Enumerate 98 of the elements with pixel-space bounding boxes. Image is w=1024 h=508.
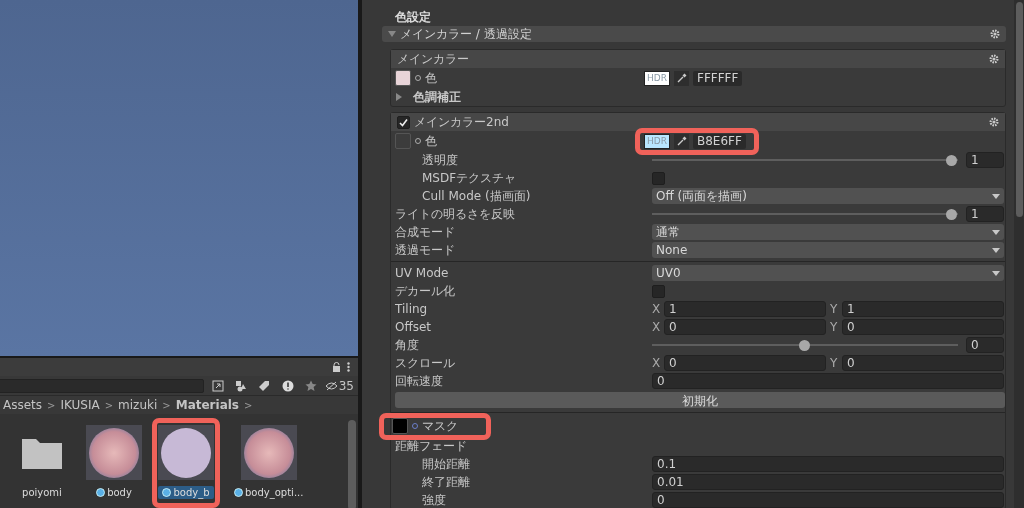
property-label: 透明度 (422, 151, 459, 169)
asset-name[interactable]: body_b (158, 486, 214, 499)
dropdown[interactable]: None (652, 242, 1004, 258)
property-label: スクロール (395, 354, 456, 372)
dropdown[interactable]: 通常 (652, 224, 1004, 240)
material-preview (243, 427, 294, 478)
slider-thumb[interactable] (946, 154, 957, 166)
checkbox[interactable] (652, 171, 665, 185)
number-field[interactable]: 0 (842, 319, 1004, 335)
property-label: 角度 (395, 336, 420, 354)
breadcrumb-link[interactable]: IKUSIA (60, 398, 100, 412)
number-field[interactable]: 0 (664, 355, 826, 371)
breadcrumb-link[interactable]: Assets (3, 398, 43, 412)
asset-name[interactable]: body (92, 486, 136, 499)
texture-slot[interactable] (395, 70, 411, 86)
hidden-eye-icon[interactable] (324, 380, 338, 391)
property-label: 透過モード (395, 241, 456, 259)
asset-item[interactable]: body_b (152, 418, 220, 508)
axis-label: Y (830, 320, 838, 334)
number-field[interactable]: 0 (664, 319, 826, 335)
dropdown[interactable]: UV0 (652, 265, 1004, 281)
gear-icon[interactable] (989, 54, 999, 64)
breadcrumb-link[interactable]: Materials (175, 398, 239, 412)
property-label: マスク (422, 417, 458, 435)
foldout-header[interactable]: メインカラー / 透過設定 (382, 26, 1006, 42)
property-label: 開始距離 (422, 455, 471, 473)
axis-label: X (652, 302, 660, 316)
number-field[interactable]: 1 (966, 206, 1004, 222)
axis-label: Y (830, 302, 838, 316)
section-title: 色設定 (394, 9, 432, 26)
scrollbar-thumb[interactable] (1015, 2, 1023, 217)
number-field[interactable]: 1 (664, 301, 826, 317)
number-field[interactable]: 0.1 (652, 456, 1004, 472)
property-label: 終了距離 (422, 473, 471, 491)
breadcrumb-separator: > (244, 399, 253, 411)
asset-item[interactable]: body_opti... (224, 418, 314, 508)
property-label: 色 (425, 69, 437, 87)
material-preview (89, 427, 139, 478)
number-field[interactable]: 0 (842, 355, 1004, 371)
property-label: UV Mode (395, 266, 450, 280)
caret-icon (992, 247, 1000, 253)
asset-item[interactable]: poiyomi (8, 418, 76, 508)
slider-thumb[interactable] (946, 208, 957, 220)
kebab-menu-icon[interactable] (347, 362, 350, 372)
hex-field[interactable]: FFFFFF (693, 70, 743, 86)
property-label: Tiling (395, 302, 429, 316)
reset-button[interactable]: 初期化 (395, 392, 1005, 408)
gear-icon[interactable] (989, 117, 999, 127)
axis-label: X (652, 356, 660, 370)
box-title: メインカラー2nd (414, 113, 509, 131)
slider-thumb[interactable] (799, 339, 810, 351)
axis-label: X (652, 320, 660, 334)
eyedropper-icon[interactable] (674, 70, 689, 86)
breadcrumb-separator: > (104, 399, 114, 411)
lock-icon[interactable] (332, 362, 341, 372)
material-preview (161, 427, 211, 478)
property-label: MSDFテクスチャ (422, 169, 518, 187)
foldout-arrow-icon[interactable] (388, 30, 396, 38)
axis-label: Y (830, 356, 838, 370)
number-field[interactable]: 1 (842, 301, 1004, 317)
sphere-icon (234, 488, 243, 497)
sphere-icon (162, 488, 172, 497)
breadcrumb-separator: > (47, 399, 56, 411)
checkbox[interactable] (652, 284, 665, 298)
number-field[interactable]: 0 (652, 373, 1004, 389)
sphere-icon (96, 488, 106, 497)
asset-name[interactable]: poiyomi (18, 486, 66, 499)
property-label: 回転速度 (395, 372, 444, 390)
eyedropper-icon[interactable] (674, 133, 689, 149)
number-field[interactable]: 1 (966, 152, 1004, 168)
breadcrumb-separator: > (162, 399, 171, 411)
dropdown[interactable]: Off (両面を描画) (652, 188, 1004, 204)
caret-icon (992, 193, 1000, 199)
property-label: Cull Mode (描画面) (422, 187, 532, 205)
texture-slot[interactable] (392, 418, 408, 434)
property-label: 合成モード (395, 223, 456, 241)
foldout-arrow-icon[interactable] (395, 93, 403, 101)
hidden-count: 35 (338, 378, 354, 393)
checkmark-icon (399, 117, 408, 127)
scrollbar[interactable] (348, 420, 356, 508)
property-label: ライトの明るさを反映 (395, 205, 516, 223)
breadcrumb-link[interactable]: mizuki (118, 398, 158, 412)
number-field[interactable]: 0 (652, 492, 1004, 508)
property-label: Offset (395, 320, 433, 334)
caret-icon (992, 229, 1000, 235)
gear-icon[interactable] (990, 29, 1000, 39)
property-label: デカール化 (395, 282, 456, 300)
number-field[interactable]: 0 (966, 337, 1004, 353)
caret-icon (992, 270, 1000, 276)
asset-name[interactable]: body_opti... (230, 486, 308, 499)
hex-field[interactable]: B8E6FF (693, 133, 746, 149)
property-label: 色 (425, 132, 437, 150)
foldout-label[interactable]: 色調補正 (413, 88, 461, 106)
property-label: 強度 (422, 491, 447, 508)
property-label: 距離フェード (395, 437, 468, 455)
number-field[interactable]: 0.01 (652, 474, 1004, 490)
box-title: メインカラー (397, 50, 469, 68)
checkbox[interactable] (397, 115, 410, 129)
